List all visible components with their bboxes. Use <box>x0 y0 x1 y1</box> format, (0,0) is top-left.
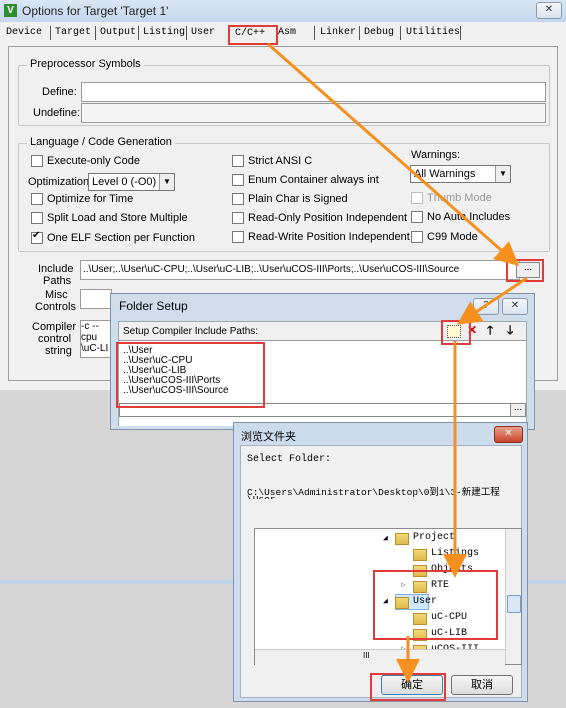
arrow-browse-to-newfolder <box>457 276 528 325</box>
annotation-arrows <box>267 42 528 683</box>
arrow-tab-to-browse <box>267 42 519 266</box>
